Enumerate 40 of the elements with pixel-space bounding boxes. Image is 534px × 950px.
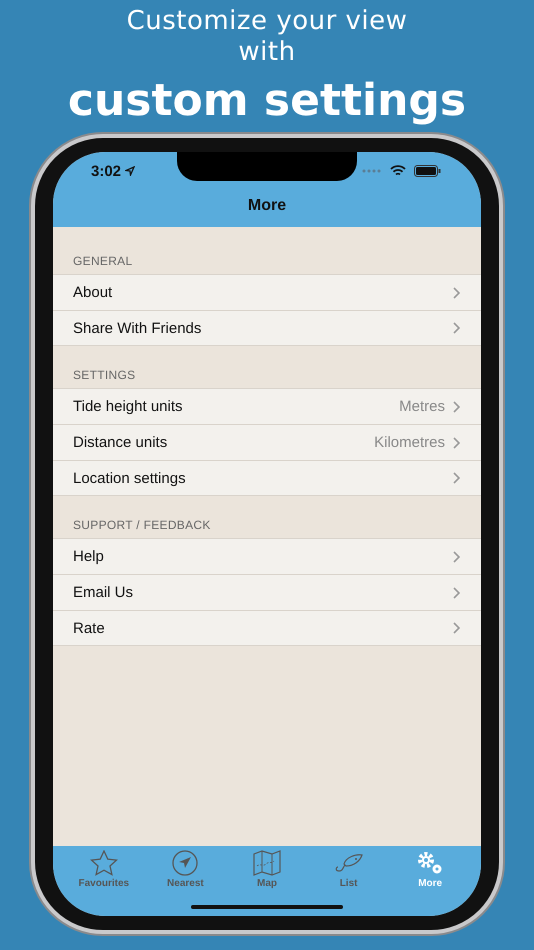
settings-row[interactable]: Distance units Kilometres (53, 424, 481, 460)
chevron-icon (453, 586, 461, 598)
row-label: Share With Friends (73, 320, 202, 336)
settings-row[interactable]: About (53, 274, 481, 310)
chevron-icon (453, 286, 461, 298)
settings-row[interactable]: Location settings (53, 460, 481, 496)
chevron-icon (453, 622, 461, 634)
chevron-icon (453, 436, 461, 448)
map-icon (252, 850, 281, 876)
signal-icon (362, 169, 382, 173)
settings-row[interactable]: Share With Friends (53, 310, 481, 346)
chevron-icon (453, 322, 461, 334)
row-value: Metres (399, 398, 445, 415)
nav-title: More (248, 197, 286, 215)
row-label: Tide height units (73, 398, 184, 415)
row-label: About (73, 284, 114, 301)
section-header: SUPPORT / FEEDBACK (72, 517, 212, 534)
headline: Customize your view (126, 6, 408, 37)
row-value: Kilometres (374, 434, 445, 451)
section-header: SETTINGS (72, 367, 136, 384)
location-arrow-icon (125, 166, 136, 176)
section-header: GENERAL (72, 253, 134, 270)
settings-row[interactable]: Email Us (53, 574, 481, 610)
settings-row[interactable]: Help (53, 538, 481, 574)
settings-row[interactable]: Tide height units Metres (53, 388, 481, 424)
status-time: 3:02 (91, 162, 136, 180)
settings-row[interactable]: Rate (53, 610, 481, 646)
row-label: Rate (73, 620, 106, 636)
star-icon (90, 850, 118, 876)
chevron-icon (453, 550, 461, 562)
row-label: Distance units (73, 434, 168, 451)
headline: with (238, 37, 296, 68)
row-label: Help (73, 548, 105, 565)
headline-emphasis: custom settings (68, 74, 466, 128)
battery-icon (414, 165, 441, 177)
row-label: Email Us (73, 584, 134, 601)
chevron-icon (453, 400, 461, 412)
chevron-icon (453, 472, 461, 484)
row-label: Location settings (73, 470, 187, 486)
wifi-icon (390, 165, 406, 177)
